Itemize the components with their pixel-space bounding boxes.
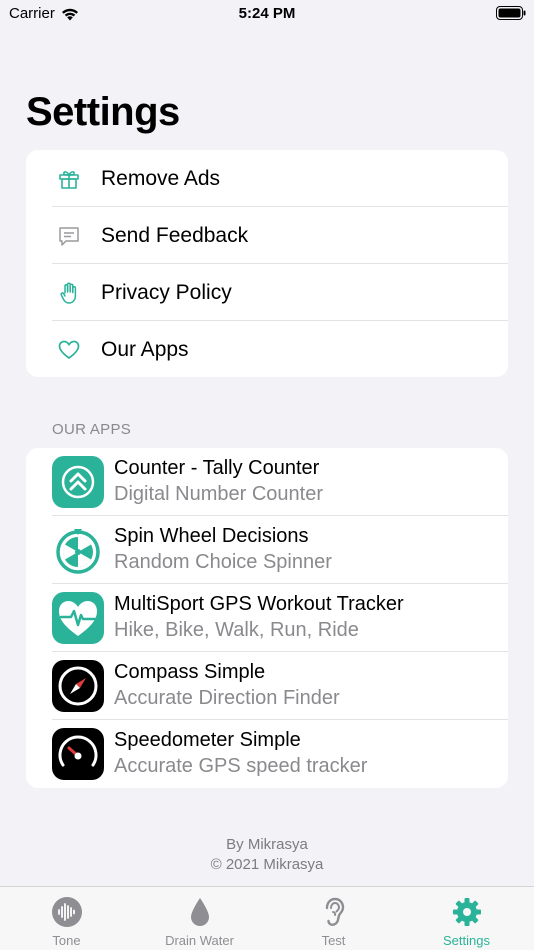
app-title: Speedometer Simple xyxy=(114,729,301,751)
status-bar: Carrier 5:24 PM xyxy=(0,0,534,30)
settings-item-send-feedback[interactable]: Send Feedback xyxy=(26,207,508,264)
tab-label: Tone xyxy=(52,933,81,948)
our-apps-section-header: OUR APPS xyxy=(52,421,132,438)
status-time: 5:24 PM xyxy=(238,5,296,22)
footer-by: By Mikrasya xyxy=(226,836,308,853)
gift-icon xyxy=(56,166,82,192)
app-subtitle: Hike, Bike, Walk, Run, Ride xyxy=(114,619,359,641)
hand-icon xyxy=(56,280,82,306)
app-item-spin-wheel[interactable]: Spin Wheel Decisions Random Choice Spinn… xyxy=(26,516,508,584)
compass-app-icon xyxy=(52,660,104,712)
settings-item-label: Our Apps xyxy=(101,337,189,361)
gear-icon xyxy=(452,898,481,926)
app-title: Counter - Tally Counter xyxy=(114,457,320,479)
settings-item-label: Remove Ads xyxy=(101,166,221,190)
tab-bar: Tone Drain Water Test Settings xyxy=(0,886,534,950)
tab-tone[interactable]: Tone xyxy=(0,887,133,950)
app-title: MultiSport GPS Workout Tracker xyxy=(114,593,404,615)
app-item-compass[interactable]: Compass Simple Accurate Direction Finder xyxy=(26,652,508,720)
settings-item-label: Send Feedback xyxy=(101,223,249,247)
tab-label: Test xyxy=(321,933,346,948)
footer-copyright: © 2021 Mikrasya xyxy=(210,856,324,873)
tab-drain-water[interactable]: Drain Water xyxy=(133,887,266,950)
settings-item-privacy-policy[interactable]: Privacy Policy xyxy=(26,264,508,321)
water-drop-icon xyxy=(190,898,209,926)
settings-item-label: Privacy Policy xyxy=(101,280,232,304)
speedometer-app-icon xyxy=(52,728,104,780)
footer: By Mikrasya © 2021 Mikrasya xyxy=(0,835,534,875)
spin-wheel-app-icon xyxy=(52,524,104,576)
heart-icon xyxy=(56,337,82,363)
settings-item-our-apps[interactable]: Our Apps xyxy=(26,321,508,377)
tab-settings[interactable]: Settings xyxy=(400,887,533,950)
app-subtitle: Digital Number Counter xyxy=(114,483,323,505)
app-title: Compass Simple xyxy=(114,661,266,683)
ear-icon xyxy=(325,897,344,926)
apps-list: Counter - Tally Counter Digital Number C… xyxy=(26,448,508,788)
settings-item-remove-ads[interactable]: Remove Ads xyxy=(26,150,508,207)
app-subtitle: Accurate GPS speed tracker xyxy=(114,755,368,777)
settings-list: Remove Ads Send Feedback Privacy Policy xyxy=(26,150,508,377)
counter-app-icon xyxy=(52,456,104,508)
tab-label: Drain Water xyxy=(165,933,234,948)
app-item-counter[interactable]: Counter - Tally Counter Digital Number C… xyxy=(26,448,508,516)
message-icon xyxy=(56,223,82,249)
tab-label: Settings xyxy=(443,933,490,948)
tab-test[interactable]: Test xyxy=(267,887,400,950)
waveform-icon xyxy=(51,897,82,927)
app-title: Spin Wheel Decisions xyxy=(114,525,309,547)
app-subtitle: Random Choice Spinner xyxy=(114,551,332,573)
app-item-speedometer[interactable]: Speedometer Simple Accurate GPS speed tr… xyxy=(26,720,508,788)
battery-icon xyxy=(496,6,526,20)
page-title: Settings xyxy=(26,90,180,134)
app-subtitle: Accurate Direction Finder xyxy=(114,687,340,709)
app-item-multisport[interactable]: MultiSport GPS Workout Tracker Hike, Bik… xyxy=(26,584,508,652)
heart-pulse-app-icon xyxy=(52,592,104,644)
